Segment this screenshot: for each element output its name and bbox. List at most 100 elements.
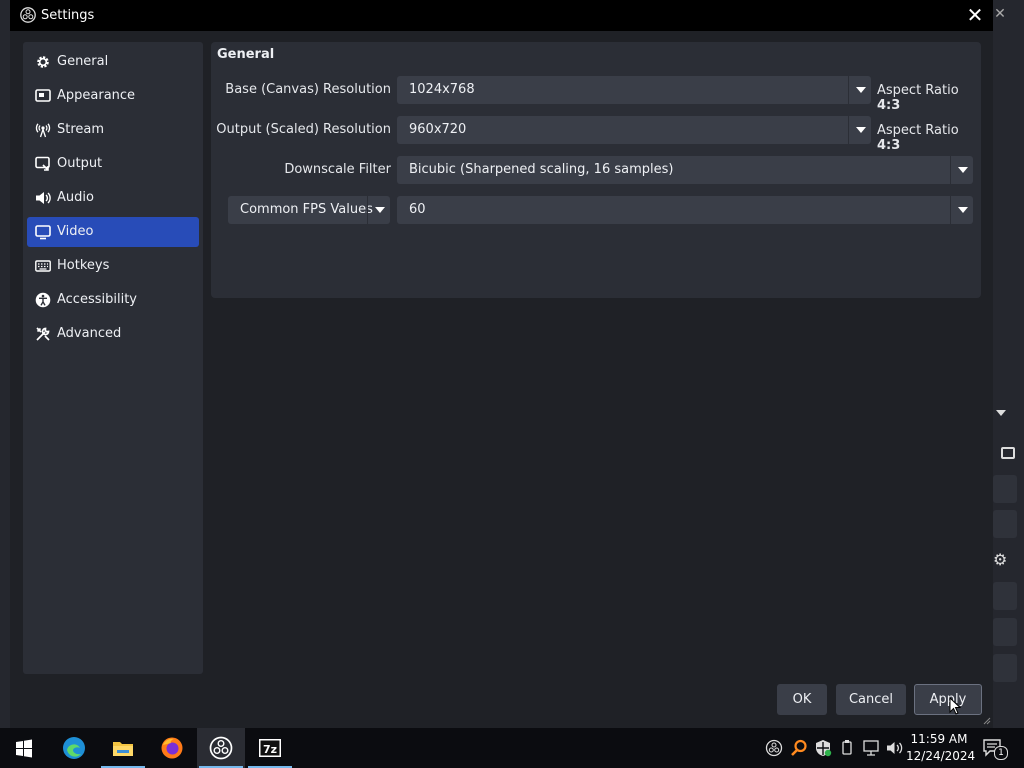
chevron-down-icon	[958, 167, 968, 173]
main-panel-button[interactable]	[993, 618, 1017, 646]
obs-main-window-right-edge: ✕ ⚙	[993, 0, 1024, 728]
base-resolution-combo[interactable]: 1024x768	[397, 76, 871, 104]
sidebar-item-label: Accessibility	[57, 292, 137, 307]
security-shield-icon[interactable]	[814, 739, 832, 757]
gear-icon	[37, 56, 49, 68]
base-resolution-value: 1024x768	[409, 82, 475, 97]
sidebar-item-hotkeys[interactable]: Hotkeys	[27, 251, 199, 281]
ok-button[interactable]: OK	[777, 684, 827, 715]
resize-grip-icon[interactable]	[982, 716, 991, 725]
appearance-icon	[35, 89, 51, 102]
close-button[interactable]: ✕	[963, 3, 987, 27]
apply-button[interactable]: Apply	[914, 684, 982, 715]
tools-icon	[36, 327, 50, 341]
output-aspect-value: 4:3	[877, 138, 901, 153]
taskbar-file-explorer[interactable]	[99, 728, 147, 768]
sidebar-item-general[interactable]: General	[27, 47, 199, 77]
sidebar-item-label: Output	[57, 156, 103, 171]
sidebar-item-video[interactable]: Video	[27, 217, 199, 247]
sidebar-item-label: Stream	[57, 122, 105, 137]
7zip-icon: 7z	[259, 739, 281, 757]
combo-separator	[848, 76, 849, 104]
combo-separator	[950, 156, 951, 184]
sidebar-item-label: Video	[57, 224, 94, 239]
sidebar-item-output[interactable]: Output	[27, 149, 199, 179]
chevron-down-icon	[856, 87, 866, 93]
accessibility-icon	[35, 292, 51, 308]
main-popout-icon[interactable]	[1001, 447, 1015, 459]
chevron-down-icon	[375, 207, 385, 213]
cancel-button[interactable]: Cancel	[836, 684, 906, 715]
chevron-down-icon	[856, 127, 866, 133]
main-gear-icon[interactable]: ⚙	[993, 552, 1009, 568]
sidebar-item-label: Audio	[57, 190, 94, 205]
start-button[interactable]	[0, 728, 48, 768]
sidebar-item-label: Advanced	[57, 326, 122, 341]
main-panel-button[interactable]	[993, 654, 1017, 682]
sidebar-item-advanced[interactable]: Advanced	[27, 319, 199, 349]
obs-tray-icon[interactable]	[765, 739, 783, 757]
keyboard-icon	[35, 260, 51, 272]
sidebar-item-appearance[interactable]: Appearance	[27, 81, 199, 111]
base-aspect-ratio: Aspect Ratio 4:3	[877, 83, 981, 113]
mouse-cursor-icon	[949, 697, 961, 715]
output-icon	[35, 156, 50, 171]
section-title: General	[217, 47, 275, 62]
search-tray-icon[interactable]	[790, 739, 808, 757]
fps-value: 60	[409, 202, 426, 217]
svg-text:7z: 7z	[263, 743, 277, 756]
taskbar-7zip[interactable]: 7z	[246, 728, 294, 768]
output-aspect-ratio: Aspect Ratio 4:3	[877, 123, 981, 153]
main-panel-button[interactable]	[993, 475, 1017, 503]
sidebar-item-label: Appearance	[57, 88, 136, 103]
fps-value-combo[interactable]: 60	[397, 196, 973, 224]
combo-separator	[367, 196, 368, 224]
taskbar-edge[interactable]	[50, 728, 98, 768]
sidebar-item-audio[interactable]: Audio	[27, 183, 199, 213]
sidebar-item-label: General	[57, 54, 109, 69]
downscale-filter-combo[interactable]: Bicubic (Sharpened scaling, 16 samples)	[397, 156, 973, 184]
firefox-icon	[161, 737, 183, 759]
clock-date: 12/24/2024	[906, 749, 976, 763]
taskbar-firefox[interactable]	[148, 728, 196, 768]
obs-main-window-left-edge	[0, 0, 10, 728]
output-resolution-combo[interactable]: 960x720	[397, 116, 871, 144]
chevron-down-icon	[958, 207, 968, 213]
obs-icon	[209, 736, 233, 760]
edge-icon	[63, 737, 85, 759]
output-aspect-label: Aspect Ratio	[877, 123, 959, 138]
close-icon: ✕	[966, 3, 984, 27]
output-resolution-value: 960x720	[409, 122, 467, 137]
title-bar: Settings ✕	[10, 0, 993, 31]
main-close-icon[interactable]: ✕	[993, 6, 1007, 22]
base-aspect-value: 4:3	[877, 98, 901, 113]
fps-type-combo[interactable]: Common FPS Values	[228, 196, 390, 224]
main-panel-button[interactable]	[993, 582, 1017, 610]
clock-time: 11:59 AM	[910, 732, 968, 746]
volume-icon[interactable]	[886, 739, 904, 757]
base-aspect-label: Aspect Ratio	[877, 83, 959, 98]
downscale-filter-value: Bicubic (Sharpened scaling, 16 samples)	[409, 162, 674, 177]
network-icon[interactable]	[862, 739, 880, 757]
taskbar: 7z 11:59 AM 12/24/2024 1	[0, 728, 1024, 768]
sidebar-item-stream[interactable]: Stream	[27, 115, 199, 145]
monitor-icon	[35, 225, 51, 240]
sidebar-item-accessibility[interactable]: Accessibility	[27, 285, 199, 315]
obs-logo-icon	[20, 7, 36, 23]
main-panel-button[interactable]	[993, 510, 1017, 538]
fps-type-value: Common FPS Values	[240, 202, 373, 217]
usb-device-icon[interactable]	[838, 739, 856, 757]
notification-count: 1	[994, 746, 1008, 760]
notification-center-button[interactable]: 1	[982, 737, 1008, 760]
base-resolution-label: Base (Canvas) Resolution	[225, 82, 391, 97]
window-title: Settings	[41, 8, 95, 23]
start-icon	[16, 739, 32, 758]
output-resolution-label: Output (Scaled) Resolution	[216, 122, 391, 137]
taskbar-obs[interactable]	[197, 728, 245, 768]
main-dropdown-arrow-icon[interactable]	[996, 410, 1006, 416]
taskbar-clock[interactable]: 11:59 AM 12/24/2024	[906, 731, 976, 765]
downscale-filter-label: Downscale Filter	[284, 162, 391, 177]
broadcast-icon	[35, 123, 51, 138]
speaker-icon	[36, 192, 51, 204]
combo-separator	[950, 196, 951, 224]
